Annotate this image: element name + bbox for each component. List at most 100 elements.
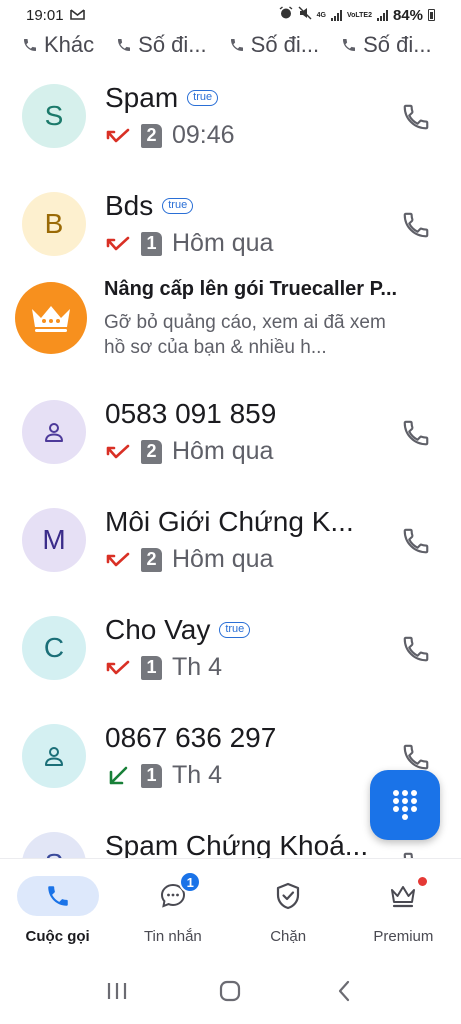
- status-bar: 19:01 4G VoLTE2 84%: [0, 0, 461, 30]
- missed-call-icon: [106, 128, 130, 142]
- missed-call-icon: [106, 444, 130, 458]
- nav-block[interactable]: Chặn: [231, 859, 346, 958]
- call-log-item[interactable]: S Spam true 2 09:46: [0, 62, 461, 170]
- call-time: Hôm qua: [172, 229, 274, 257]
- phone-icon: [47, 886, 68, 906]
- network-type: 4G: [316, 11, 326, 19]
- sim-indicator: 2: [141, 123, 162, 148]
- avatar-initial: C: [43, 632, 65, 663]
- avatar-initial: B: [44, 208, 64, 239]
- nav-pill: [132, 876, 214, 916]
- shield-check-icon: [277, 882, 300, 910]
- mute-icon: [298, 6, 312, 24]
- notification-dot: [417, 877, 427, 886]
- call-log-item[interactable]: C Cho Vay true 1 Th 4: [0, 594, 461, 702]
- promo-avatar: [15, 282, 87, 354]
- chip-label: Số đi...: [250, 32, 320, 57]
- chip-khac[interactable]: Khác: [22, 32, 94, 58]
- signal-2-icon: [376, 9, 388, 21]
- contact-name: 0583 091 859: [105, 398, 277, 429]
- call-button[interactable]: [401, 102, 431, 132]
- nav-label: Premium: [373, 928, 434, 945]
- missed-call-icon: [106, 236, 130, 250]
- sim-indicator: 1: [141, 231, 162, 256]
- avatar-initial: S: [44, 100, 64, 131]
- back-icon: [339, 980, 350, 1002]
- home-button[interactable]: [215, 976, 245, 1006]
- sim-indicator: 1: [141, 655, 162, 680]
- premium-promo-item[interactable]: Nâng cấp lên gói Truecaller P... Gỡ bỏ qu…: [0, 278, 461, 378]
- dialpad-button[interactable]: [370, 770, 440, 840]
- avatar[interactable]: C: [22, 616, 86, 680]
- call-time: Th 4: [172, 653, 223, 681]
- avatar[interactable]: M: [22, 508, 86, 572]
- back-button[interactable]: [329, 976, 359, 1006]
- battery-icon: [428, 9, 435, 21]
- home-icon: [220, 980, 241, 1002]
- nav-messages[interactable]: 1 Tin nhắn: [115, 859, 230, 958]
- chip-so-di-1[interactable]: Số đi...: [116, 32, 207, 58]
- nav-label: Chặn: [270, 928, 307, 945]
- sim-indicator: 2: [141, 547, 162, 572]
- verified-badge: true: [219, 622, 251, 638]
- nav-label: Cuộc gọi: [25, 928, 90, 945]
- chip-label: Số đi...: [138, 32, 207, 57]
- avatar[interactable]: [22, 724, 86, 788]
- sim-indicator: 2: [141, 439, 162, 464]
- contact-name: Bds: [105, 190, 154, 221]
- call-button[interactable]: [401, 526, 431, 556]
- call-time: Th 4: [172, 761, 223, 789]
- sim-indicator: 1: [141, 763, 162, 788]
- recent-apps-button[interactable]: [102, 976, 132, 1006]
- person-icon: [45, 747, 63, 766]
- status-time: 19:01: [26, 6, 64, 24]
- avatar[interactable]: S: [22, 84, 86, 148]
- contact-name: 0867 636 297: [105, 722, 277, 753]
- call-button[interactable]: [401, 418, 431, 448]
- crown-icon: [391, 886, 416, 908]
- call-time: 09:46: [172, 121, 235, 149]
- nav-premium[interactable]: Premium: [346, 859, 461, 958]
- call-log-item[interactable]: B Bds true 1 Hôm qua: [0, 170, 461, 278]
- missed-call-icon: [106, 552, 130, 566]
- filter-chips: Khác Số đi... Số đi... Số đi...: [0, 28, 461, 62]
- bottom-navigation: Cuộc gọi 1 Tin nhắn Chặn Premium: [0, 858, 461, 958]
- nav-calls[interactable]: Cuộc gọi: [0, 859, 115, 958]
- nav-label: Tin nhắn: [143, 928, 202, 945]
- phone-small-icon: [24, 39, 36, 51]
- dialpad-icon: [393, 790, 417, 820]
- contact-name: Spam: [105, 82, 179, 113]
- crown-icon: [32, 306, 70, 332]
- call-log-item[interactable]: M Môi Giới Chứng K... 2 Hôm qua: [0, 486, 461, 594]
- verified-badge: true: [162, 198, 194, 214]
- avatar-initial: M: [42, 524, 66, 555]
- phone-small-icon: [118, 39, 131, 51]
- signal-icon: [330, 9, 342, 21]
- avatar[interactable]: B: [22, 192, 86, 256]
- promo-title: Nâng cấp lên gói Truecaller P...: [104, 278, 398, 300]
- verified-badge: true: [187, 90, 219, 106]
- avatar[interactable]: [22, 400, 86, 464]
- promo-description: Gỡ bỏ quảng cáo, xem ai đã xem hồ sơ của…: [104, 312, 386, 358]
- chip-label: Số đi...: [363, 32, 432, 57]
- battery-text: 84%: [392, 6, 423, 24]
- volte-label: VoLTE2: [346, 11, 372, 19]
- chip-so-di-2[interactable]: Số đi...: [229, 32, 319, 58]
- call-time: Hôm qua: [172, 545, 274, 573]
- alarm-icon: [279, 6, 293, 24]
- call-button[interactable]: [401, 210, 431, 240]
- contact-name: Cho Vay: [105, 614, 211, 645]
- incoming-call-icon: [109, 766, 128, 784]
- nav-pill: [247, 876, 329, 916]
- recent-apps-icon: [107, 983, 126, 999]
- chip-so-di-3[interactable]: Số đi...: [341, 32, 432, 58]
- call-log-item[interactable]: 0583 091 859 2 Hôm qua: [0, 378, 461, 486]
- call-button[interactable]: [401, 634, 431, 664]
- call-button[interactable]: [401, 742, 431, 772]
- nav-pill: [16, 876, 99, 916]
- person-icon: [45, 423, 63, 442]
- phone-small-icon: [343, 39, 356, 51]
- nav-pill: [362, 876, 444, 916]
- contact-name: Môi Giới Chứng K...: [105, 506, 354, 537]
- chip-label: Khác: [44, 32, 95, 57]
